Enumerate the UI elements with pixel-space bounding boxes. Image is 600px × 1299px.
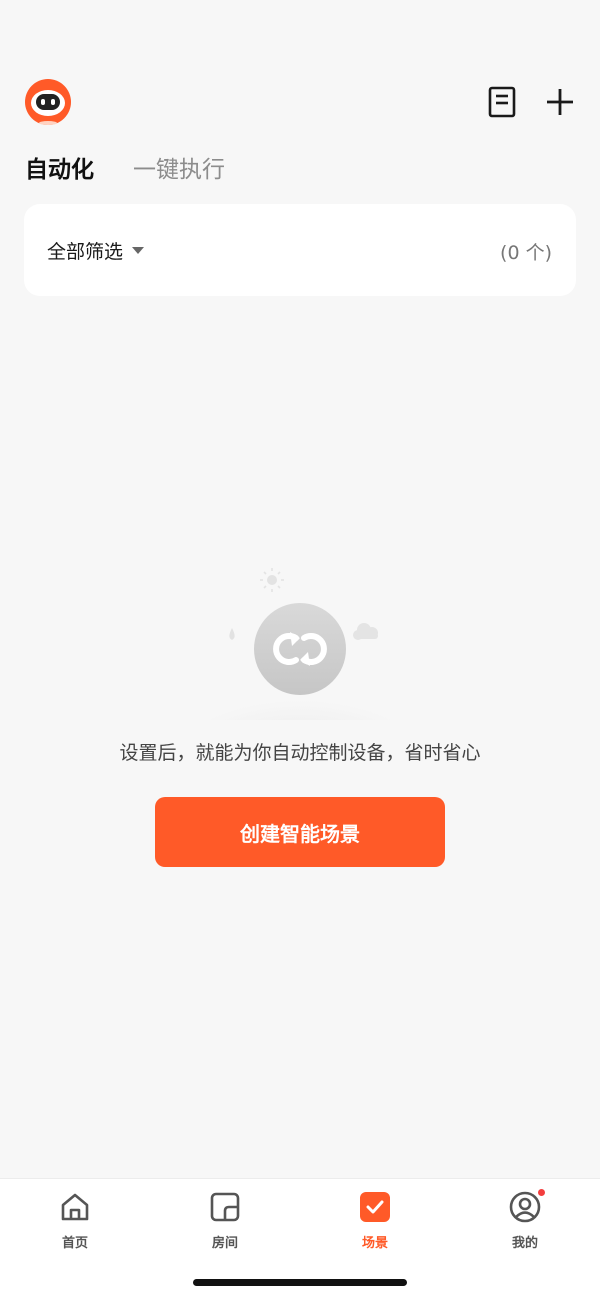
create-scene-button[interactable]: 创建智能场景 — [155, 797, 445, 867]
tab-one-click[interactable]: 一键执行 — [133, 150, 225, 184]
nav-label-profile: 我的 — [511, 1236, 538, 1251]
notes-icon — [488, 86, 516, 118]
scene-screen: 自动化 一键执行 全部筛选 (0 个) 设置后，就能为你自动控制设备，省时省心 … — [0, 0, 600, 1299]
empty-state-illustration — [200, 560, 400, 770]
caret-down-icon — [132, 247, 145, 254]
add-button[interactable] — [540, 82, 580, 122]
nav-item-room[interactable]: 房间 — [185, 1191, 265, 1251]
nav-label-room: 房间 — [211, 1236, 238, 1251]
nav-item-home[interactable]: 首页 — [35, 1191, 115, 1251]
notification-badge — [536, 1187, 547, 1198]
plus-icon — [547, 89, 573, 115]
room-icon — [209, 1191, 241, 1223]
filter-dropdown[interactable]: 全部筛选 — [47, 237, 145, 264]
nav-label-home: 首页 — [61, 1236, 88, 1251]
home-icon — [59, 1191, 91, 1223]
nav-item-profile[interactable]: 我的 — [485, 1187, 565, 1251]
filter-label: 全部筛选 — [47, 241, 124, 263]
empty-state-message: 设置后，就能为你自动控制设备，省时省心 — [119, 742, 481, 764]
filter-card: 全部筛选 (0 个) — [24, 204, 576, 296]
home-indicator — [193, 1279, 407, 1286]
scene-check-icon — [359, 1191, 391, 1223]
nav-label-scene: 场景 — [361, 1236, 388, 1251]
automation-count: (0 个) — [500, 242, 552, 264]
nav-item-scene[interactable]: 场景 — [335, 1191, 415, 1251]
robot-avatar-icon[interactable] — [24, 78, 72, 126]
profile-icon — [509, 1187, 547, 1223]
sun-icon — [260, 568, 284, 592]
notes-button[interactable] — [482, 82, 522, 122]
tab-automation[interactable]: 自动化 — [25, 150, 94, 184]
